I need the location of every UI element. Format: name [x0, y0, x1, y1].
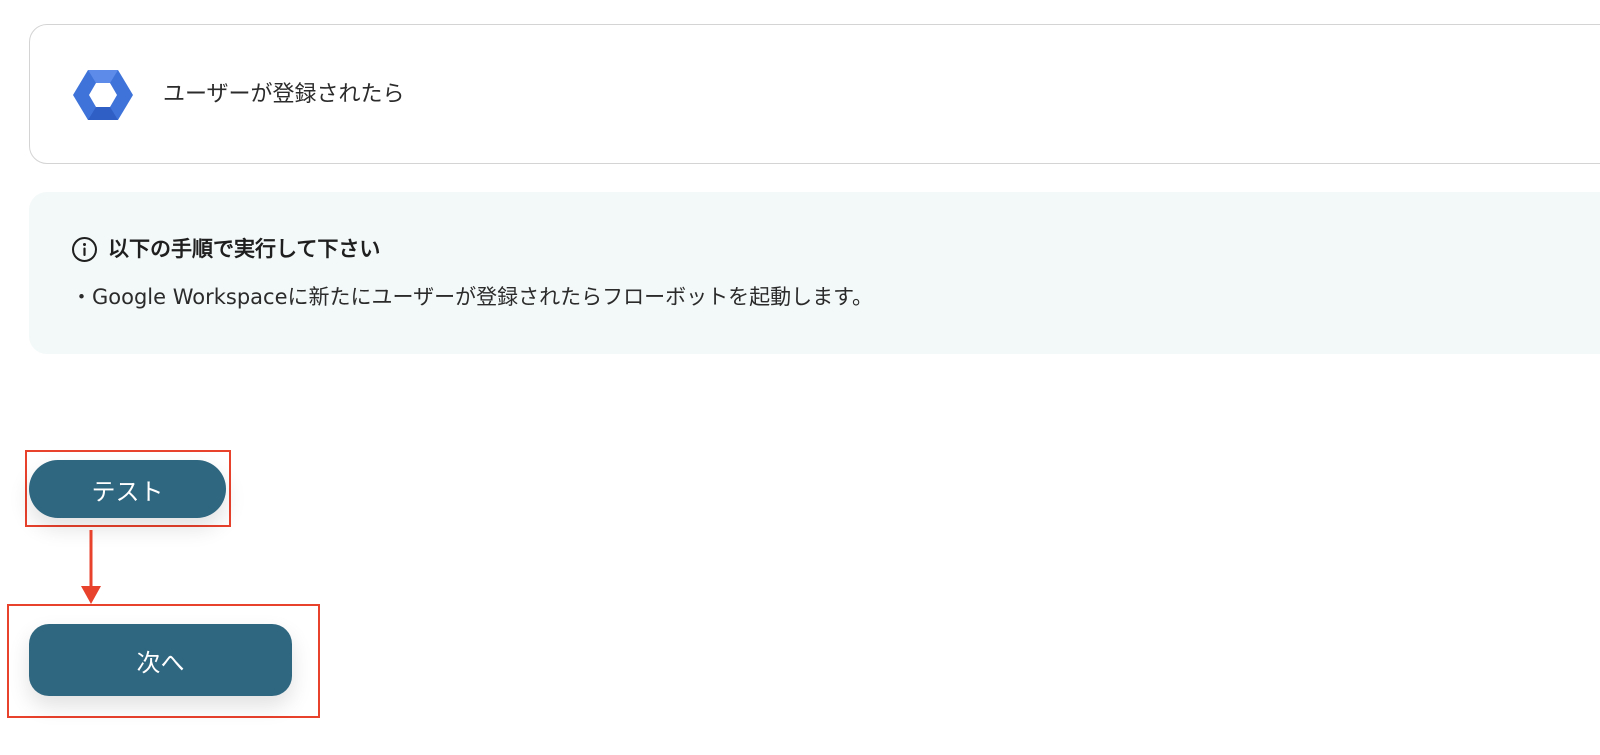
- page: ユーザーが登録されたら 以下の手順で実行して下さい ・Google Worksp…: [0, 0, 1600, 755]
- down-arrow-icon: [81, 530, 101, 604]
- info-icon: [72, 237, 97, 262]
- trigger-card[interactable]: ユーザーが登録されたら: [29, 24, 1600, 164]
- google-workspace-icon: [73, 70, 133, 120]
- info-heading: 以下の手順で実行して下さい: [108, 237, 381, 261]
- trigger-title: ユーザーが登録されたら: [163, 82, 405, 107]
- info-body: ・Google Workspaceに新たにユーザーが登録されたらフローボットを起…: [71, 285, 873, 309]
- next-button[interactable]: 次へ: [29, 624, 292, 696]
- info-box: 以下の手順で実行して下さい ・Google Workspaceに新たにユーザーが…: [29, 192, 1600, 354]
- test-button[interactable]: テスト: [29, 460, 226, 518]
